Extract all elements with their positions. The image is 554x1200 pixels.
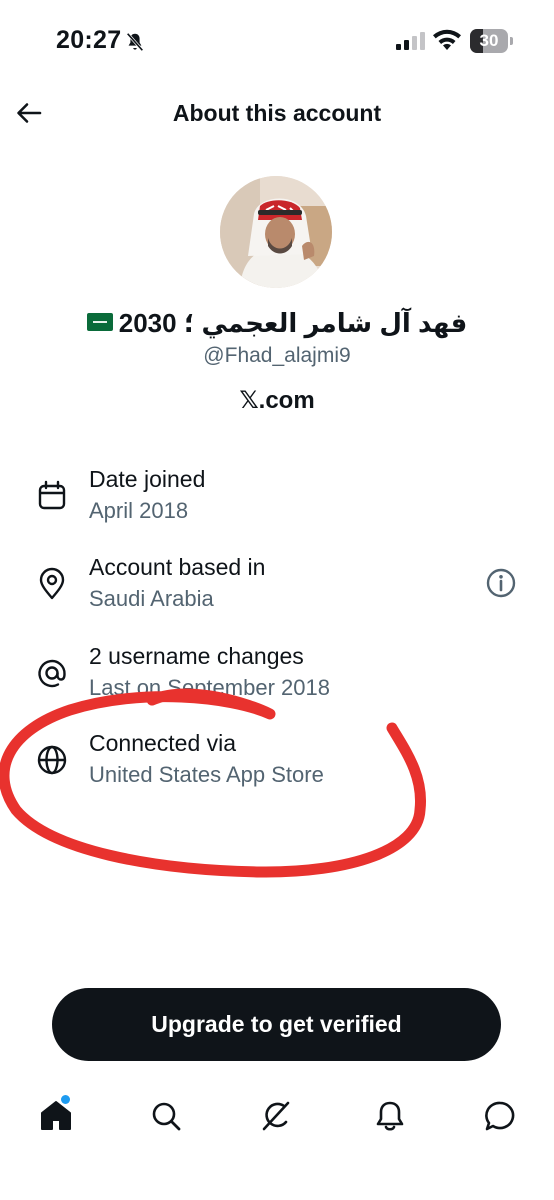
- location-pin-icon: [39, 567, 65, 600]
- connected-via-row: Connected via United States App Store: [0, 730, 554, 804]
- battery-level: 30: [479, 31, 499, 50]
- messages-icon[interactable]: [480, 1096, 520, 1136]
- notifications-icon[interactable]: [370, 1096, 410, 1136]
- info-icon[interactable]: [484, 566, 518, 600]
- account-location-row: Account based in Saudi Arabia: [0, 554, 554, 628]
- avatar: [220, 176, 332, 288]
- clock: 20:27: [56, 26, 122, 54]
- avatar-image: [220, 176, 332, 288]
- date-joined-value: April 2018: [89, 498, 189, 523]
- page-title: About this account: [172, 100, 382, 126]
- connected-via-label: Connected via: [89, 730, 237, 756]
- battery-indicator: 30: [470, 29, 514, 53]
- account-location-value: Saudi Arabia: [89, 586, 214, 611]
- username-handle: @Fhad_alajmi9: [203, 344, 351, 367]
- site-label: 𝕏.com: [239, 387, 315, 414]
- cellular-signal-icon: [396, 32, 425, 50]
- date-joined-label: Date joined: [89, 466, 206, 492]
- top-bar: About this account: [0, 86, 554, 146]
- connected-via-value: United States App Store: [89, 762, 324, 787]
- calendar-icon: [38, 480, 66, 510]
- display-name-text: فهد آل شامر العجمي ؛ 2030: [118, 308, 468, 338]
- globe-icon: [37, 745, 67, 775]
- display-name: فهد آل شامر العجمي ؛ 2030: [0, 308, 554, 339]
- username-changes-label: 2 username changes: [89, 643, 304, 669]
- status-bar: 20:27 30: [0, 0, 554, 80]
- grok-icon[interactable]: [256, 1096, 296, 1136]
- at-sign-icon: [38, 659, 66, 688]
- bell-muted-icon: [126, 32, 144, 52]
- username-changes-row: 2 username changes Last on September 201…: [0, 643, 554, 717]
- date-joined-row: Date joined April 2018: [0, 466, 554, 540]
- upgrade-verified-button[interactable]: Upgrade to get verified: [52, 988, 501, 1061]
- wifi-icon: [433, 29, 461, 50]
- bottom-tab-bar: [0, 1090, 554, 1150]
- home-notification-dot: [61, 1095, 70, 1104]
- home-icon[interactable]: [36, 1096, 76, 1136]
- account-location-label: Account based in: [89, 554, 266, 580]
- username-changes-value: Last on September 2018: [89, 675, 330, 700]
- saudi-flag-icon: [86, 313, 113, 332]
- search-icon[interactable]: [146, 1096, 186, 1136]
